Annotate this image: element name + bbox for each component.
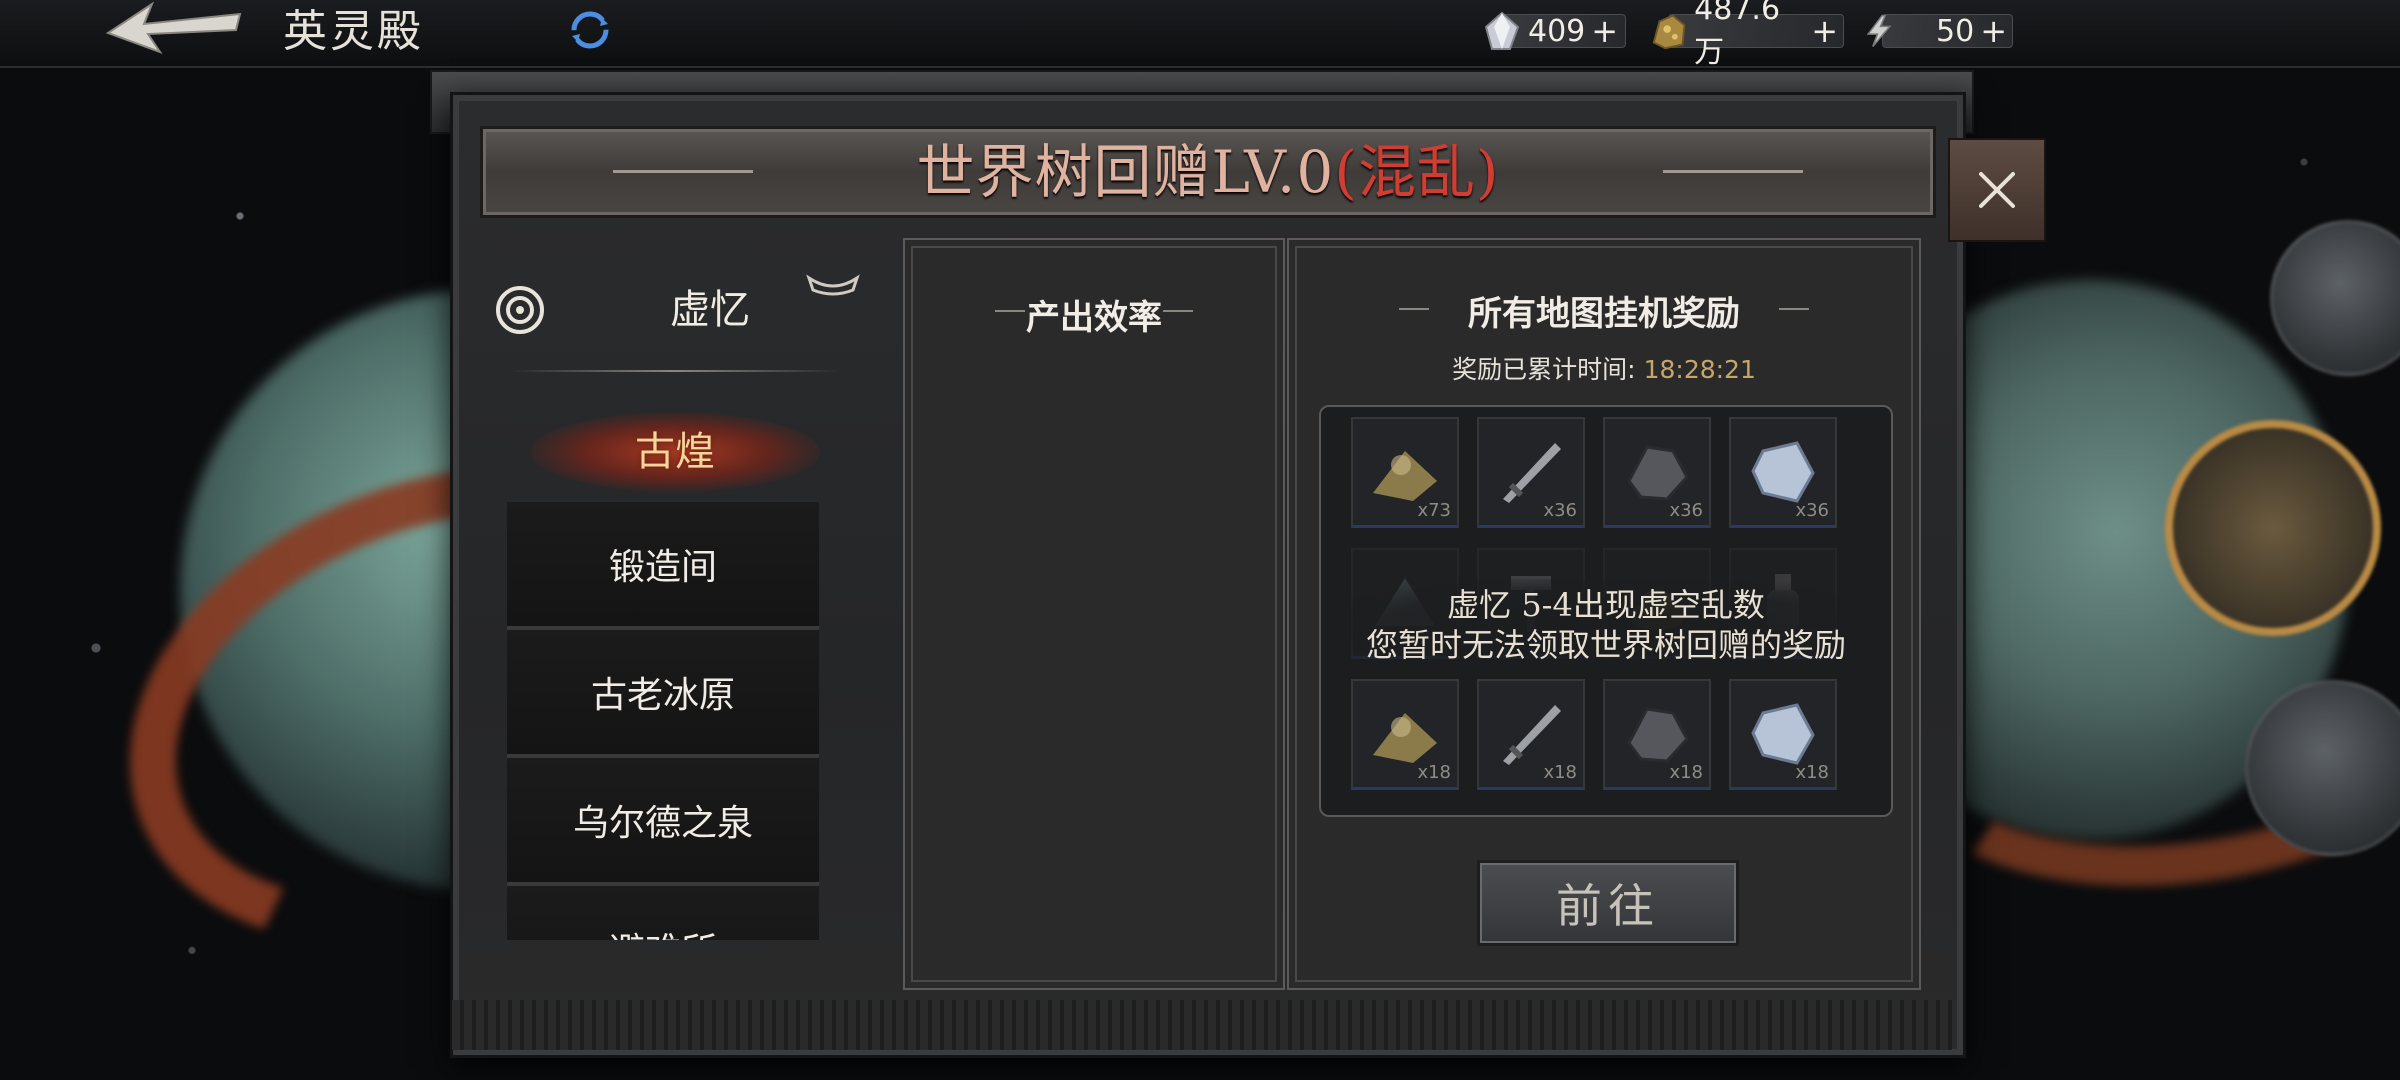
- locked-message-line1: 虚忆 5-4出现虚空乱数: [1447, 586, 1765, 624]
- reward-timer: 奖励已累计时间: 18:28:21: [1289, 350, 1919, 386]
- timer-value: 18:28:21: [1643, 355, 1756, 384]
- reward-grid-box: x73 x36 x36 x36 x18 x18 x18 x18 虚忆 5-4出现虚空乱数 您暂…: [1319, 405, 1893, 817]
- reward-section-title: 所有地图挂机奖励: [1468, 294, 1740, 334]
- nav-header-label: 虚忆: [670, 287, 750, 333]
- reward-item-qty: x73: [1417, 500, 1451, 521]
- nav-item[interactable]: 乌尔德之泉: [507, 758, 819, 886]
- side-map-button-2[interactable]: [2165, 420, 2381, 636]
- nav-header[interactable]: 虚忆: [480, 270, 900, 350]
- gold-value: 487.6万: [1694, 0, 1781, 70]
- idle-rewards-panel: 所有地图挂机奖励 奖励已累计时间: 18:28:21 x73 x36 x36 x36 x1…: [1287, 238, 1921, 990]
- reward-item-slot[interactable]: x36: [1603, 417, 1711, 528]
- dialog-title-status: (混乱): [1334, 138, 1500, 206]
- crystal-resource: 409 +: [1480, 8, 1626, 54]
- reward-item-qty: x36: [1795, 500, 1829, 521]
- reward-item-slot[interactable]: x36: [1477, 417, 1585, 528]
- energy-value: 50: [1936, 13, 1975, 49]
- nav-item[interactable]: 古老冰原: [507, 630, 819, 758]
- nav-item[interactable]: 锻造间: [507, 502, 819, 630]
- timer-label: 奖励已累计时间:: [1452, 355, 1636, 384]
- go-button[interactable]: 前往: [1477, 860, 1739, 946]
- reward-item-qty: x18: [1417, 762, 1451, 783]
- reward-item-slot[interactable]: x36: [1729, 417, 1837, 528]
- sync-icon[interactable]: [566, 10, 614, 50]
- nav-item-active[interactable]: 古煌: [510, 402, 840, 502]
- close-button[interactable]: [1948, 138, 2046, 242]
- nav-item[interactable]: 避难所: [507, 886, 819, 940]
- gold-add-button[interactable]: +: [1811, 12, 1838, 50]
- locked-message-line2: 您暂时无法领取世界树回赠的奖励: [1365, 626, 1846, 664]
- dialog-title-bar: 世界树回赠LV.0(混乱): [480, 126, 1936, 218]
- swirl-icon: [496, 286, 544, 334]
- reward-item-slot[interactable]: x18: [1729, 679, 1837, 790]
- nav-divider: [510, 370, 840, 372]
- gold-ore-icon: [1652, 14, 1686, 50]
- crystal-icon: [1484, 11, 1520, 50]
- energy-add-button[interactable]: +: [1980, 12, 2007, 50]
- reward-item-qty: x36: [1669, 500, 1703, 521]
- reward-item-slot[interactable]: x18: [1603, 679, 1711, 790]
- dialog-fringe: [452, 1000, 1952, 1050]
- top-bar: 英灵殿 409 + 487.6万 + 50 +: [0, 0, 2400, 70]
- crystal-add-button[interactable]: +: [1591, 12, 1618, 50]
- energy-resource: 50 +: [1862, 8, 2013, 54]
- reward-item-qty: x18: [1669, 762, 1703, 783]
- reward-item-qty: x18: [1543, 762, 1577, 783]
- nav-list[interactable]: 锻造间 古老冰原 乌尔德之泉 避难所: [507, 502, 819, 940]
- dialog-title: 世界树回赠LV.0(混乱): [483, 129, 1933, 215]
- crystal-value: 409: [1528, 13, 1586, 49]
- lightning-icon: [1866, 14, 1892, 47]
- output-efficiency-panel: 产出效率: [903, 238, 1285, 990]
- locked-message: 虚忆 5-4出现虚空乱数 您暂时无法领取世界树回赠的奖励: [1321, 579, 1891, 671]
- output-section-title: 产出效率: [1026, 298, 1162, 338]
- reward-item-slot[interactable]: x18: [1477, 679, 1585, 790]
- dialog-title-main: 世界树回赠LV.0: [916, 138, 1335, 206]
- reward-item-qty: x18: [1795, 762, 1829, 783]
- back-button[interactable]: [100, 0, 250, 66]
- collapse-wing-icon[interactable]: [805, 270, 861, 300]
- reward-item-slot[interactable]: x18: [1351, 679, 1459, 790]
- page-title: 英灵殿: [283, 6, 424, 57]
- close-icon: [1979, 172, 2015, 208]
- back-arrow-icon: [105, 1, 242, 54]
- reward-item-slot[interactable]: x73: [1351, 417, 1459, 528]
- map-nav: 虚忆 古煌 锻造间 古老冰原 乌尔德之泉 避难所: [480, 240, 900, 962]
- nav-item-active-label: 古煌: [635, 429, 715, 475]
- gold-resource: 487.6万 +: [1648, 0, 1844, 70]
- reward-item-qty: x36: [1543, 500, 1577, 521]
